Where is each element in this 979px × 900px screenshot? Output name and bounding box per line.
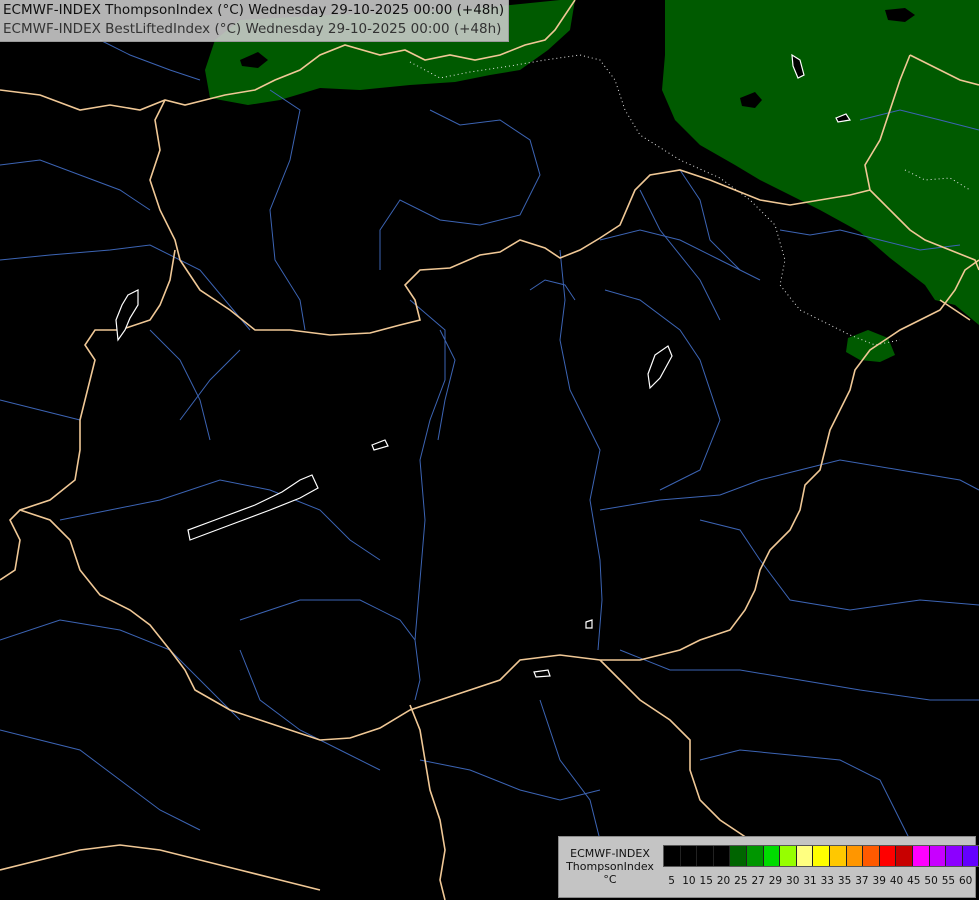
- legend-title-line2: ThompsonIndex: [566, 860, 654, 873]
- header-line-bestlifted: ECMWF-INDEX BestLiftedIndex (°C) Wednesd…: [3, 21, 502, 37]
- legend-swatch: [946, 846, 963, 866]
- legend-ticks: 5 10 15 20 25 27 29 30 31 33 35 37 39 40 45 50 55 60: [663, 875, 975, 887]
- legend-tick-label: 37: [855, 875, 869, 887]
- legend-tick-label: 30: [786, 875, 800, 887]
- legend-tick-label: 45: [907, 875, 921, 887]
- legend-tick-label: 15: [699, 875, 713, 887]
- color-legend: ECMWF-INDEX ThompsonIndex °C 5 10 15 20 25 27…: [558, 836, 979, 898]
- header-line-thompson: ECMWF-INDEX ThompsonIndex (°C) Wednesday…: [3, 2, 505, 18]
- legend-tick-label: 29: [768, 875, 783, 887]
- legend-swatch: [763, 846, 781, 866]
- legend-unit: °C: [603, 873, 617, 886]
- legend-swatch: [929, 846, 947, 866]
- legend-swatch: [680, 846, 698, 866]
- legend-tick-label: 40: [889, 875, 904, 887]
- legend-tick-label: 5: [668, 875, 675, 887]
- legend-swatch: [697, 846, 714, 866]
- legend-swatches: [663, 845, 979, 867]
- weather-map: [0, 0, 979, 900]
- legend-tick-label: 55: [941, 875, 956, 887]
- legend-swatch: [813, 846, 830, 866]
- legend-swatch: [879, 846, 897, 866]
- legend-tick-label: 60: [959, 875, 973, 887]
- legend-swatch: [746, 846, 764, 866]
- legend-swatch: [730, 846, 747, 866]
- legend-swatch: [912, 846, 930, 866]
- legend-swatch: [713, 846, 731, 866]
- lake-small-4: [585, 619, 593, 629]
- legend-swatch: [829, 846, 847, 866]
- map-header: ECMWF-INDEX ThompsonIndex (°C) Wednesday…: [0, 0, 510, 42]
- legend-tick-label: 10: [682, 875, 696, 887]
- legend-swatch: [664, 846, 681, 866]
- legend-tick-label: 35: [837, 875, 852, 887]
- legend-tick-label: 50: [924, 875, 938, 887]
- legend-swatch: [962, 846, 979, 866]
- legend-tick-label: 39: [872, 875, 886, 887]
- legend-title: ECMWF-INDEX ThompsonIndex °C: [562, 847, 658, 886]
- legend-swatch: [780, 846, 797, 866]
- legend-swatch: [846, 846, 864, 866]
- legend-swatch: [863, 846, 880, 866]
- legend-tick-label: 31: [803, 875, 817, 887]
- legend-tick-label: 33: [820, 875, 834, 887]
- legend-tick-label: 27: [751, 875, 765, 887]
- legend-swatch: [896, 846, 913, 866]
- legend-tick-label: 25: [734, 875, 748, 887]
- legend-swatch: [796, 846, 814, 866]
- legend-tick-label: 20: [716, 875, 731, 887]
- legend-title-line1: ECMWF-INDEX: [570, 847, 650, 860]
